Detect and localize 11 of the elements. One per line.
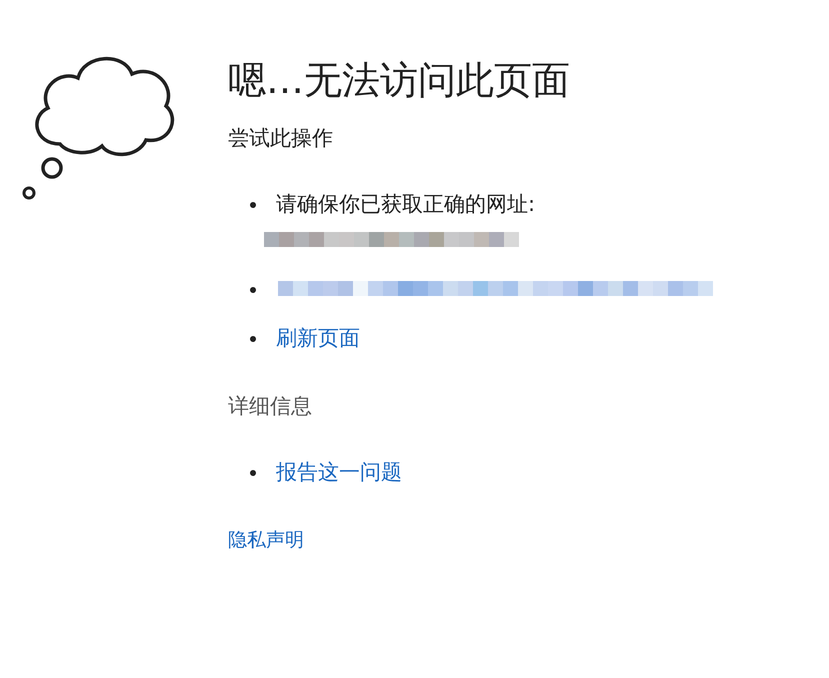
bullet-icon — [250, 336, 256, 342]
suggestion-text: 请确保你已获取正确的网址: — [276, 190, 536, 218]
section-heading: 尝试此操作 — [228, 124, 334, 152]
section-heading: 详细信息 — [228, 392, 313, 420]
privacy-link[interactable]: 隐私声明 — [228, 526, 713, 554]
bullet-icon — [250, 470, 256, 476]
report-link[interactable]: 报告这一问题 — [276, 458, 402, 486]
bullet-icon — [250, 202, 256, 208]
page-title: 嗯…无法访问此页面 — [228, 58, 571, 104]
bullet-icon — [250, 286, 256, 293]
refresh-link[interactable]: 刷新页面 — [276, 324, 360, 352]
